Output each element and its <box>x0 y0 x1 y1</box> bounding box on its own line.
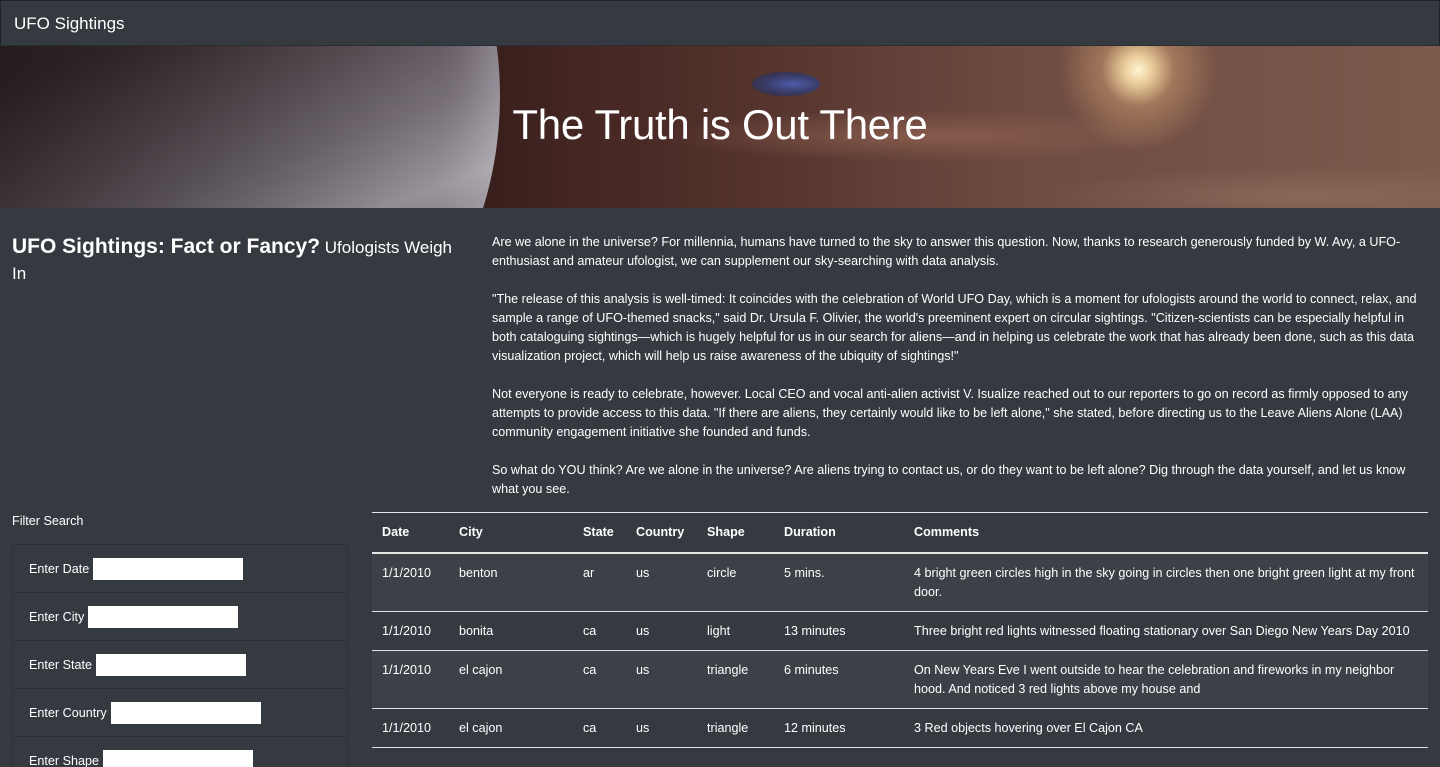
cell-country: us <box>626 708 697 748</box>
navbar: UFO Sightings <box>0 0 1440 46</box>
hero-banner: The Truth is Out There <box>0 46 1440 208</box>
cell-date: 1/1/2010 <box>372 650 449 709</box>
cell-shape: circle <box>697 552 774 612</box>
column-header-state: State <box>573 512 626 554</box>
table-row: 1/1/2010 el cajon ca us triangle 12 minu… <box>372 708 1428 748</box>
cell-state: ca <box>573 611 626 651</box>
article-paragraph: Are we alone in the universe? For millen… <box>492 235 1401 268</box>
shape-filter-input[interactable] <box>103 749 254 767</box>
headline-main: UFO Sightings: Fact or Fancy? <box>12 235 321 258</box>
cell-state: ar <box>573 552 626 612</box>
cell-duration: 5 mins. <box>774 552 904 612</box>
cell-country: us <box>626 552 697 612</box>
cell-date: 1/1/2010 <box>372 552 449 612</box>
article-paragraph: "The release of this analysis is well-ti… <box>492 292 1417 363</box>
column-header-duration: Duration <box>774 512 904 554</box>
cell-country: us <box>626 611 697 651</box>
cell-city: el cajon <box>449 708 573 748</box>
state-filter-label: Enter State <box>29 657 93 672</box>
navbar-brand-link[interactable]: UFO Sightings <box>14 14 125 34</box>
cell-duration: 13 minutes <box>774 611 904 651</box>
ufo-table: Date City State Country Shape Duration C… <box>372 512 1428 748</box>
cell-comments: 4 bright green circles high in the sky g… <box>904 552 1428 612</box>
cell-duration: 6 minutes <box>774 650 904 709</box>
article-paragraph: Not everyone is ready to celebrate, howe… <box>492 387 1408 439</box>
country-filter-input[interactable] <box>110 701 261 724</box>
cell-shape: triangle <box>697 708 774 748</box>
cell-comments: 3 Red objects hovering over El Cajon CA <box>904 708 1428 748</box>
table-row: 1/1/2010 el cajon ca us triangle 6 minut… <box>372 650 1428 709</box>
filter-item-city: Enter City <box>13 593 347 641</box>
cell-state: ca <box>573 708 626 748</box>
cell-city: el cajon <box>449 650 573 709</box>
cell-city: bonita <box>449 611 573 651</box>
cell-shape: triangle <box>697 650 774 709</box>
cell-date: 1/1/2010 <box>372 611 449 651</box>
date-filter-label: Enter Date <box>29 561 90 576</box>
column-header-country: Country <box>626 512 697 554</box>
ufo-image <box>752 72 820 96</box>
cell-date: 1/1/2010 <box>372 708 449 748</box>
filter-item-shape: Enter Shape <box>13 737 347 767</box>
column-header-comments: Comments <box>904 512 1428 554</box>
table-row: 1/1/2010 bonita ca us light 13 minutes T… <box>372 611 1428 651</box>
ufo-table-container: Date City State Country Shape Duration C… <box>372 512 1428 748</box>
column-header-city: City <box>449 512 573 554</box>
state-filter-input[interactable] <box>96 653 247 676</box>
cell-comments: On New Years Eve I went outside to hear … <box>904 650 1428 709</box>
cell-duration: 12 minutes <box>774 708 904 748</box>
article-paragraph: So what do YOU think? Are we alone in th… <box>492 463 1406 496</box>
shape-filter-label: Enter Shape <box>29 753 100 767</box>
column-header-shape: Shape <box>697 512 774 554</box>
table-row: 1/1/2010 benton ar us circle 5 mins. 4 b… <box>372 552 1428 612</box>
filter-item-country: Enter Country <box>13 689 347 737</box>
cell-country: us <box>626 650 697 709</box>
filter-item-state: Enter State <box>13 641 347 689</box>
hero-title: The Truth is Out There <box>512 101 928 148</box>
cell-shape: light <box>697 611 774 651</box>
cell-state: ca <box>573 650 626 709</box>
cell-city: benton <box>449 552 573 612</box>
city-filter-label: Enter City <box>29 609 85 624</box>
filter-search-title: Filter Search <box>12 514 84 528</box>
country-filter-label: Enter Country <box>29 705 107 720</box>
filter-list: Enter Date Enter City Enter State Enter … <box>12 544 348 767</box>
filter-item-date: Enter Date <box>13 545 347 593</box>
article-body: Are we alone in the universe? For millen… <box>492 233 1432 518</box>
table-header-row: Date City State Country Shape Duration C… <box>372 512 1428 554</box>
date-filter-input[interactable] <box>93 557 244 580</box>
city-filter-input[interactable] <box>88 605 239 628</box>
article-headline: UFO Sightings: Fact or Fancy? Ufologists… <box>12 234 462 287</box>
cell-comments: Three bright red lights witnessed floati… <box>904 611 1428 651</box>
column-header-date: Date <box>372 512 449 554</box>
